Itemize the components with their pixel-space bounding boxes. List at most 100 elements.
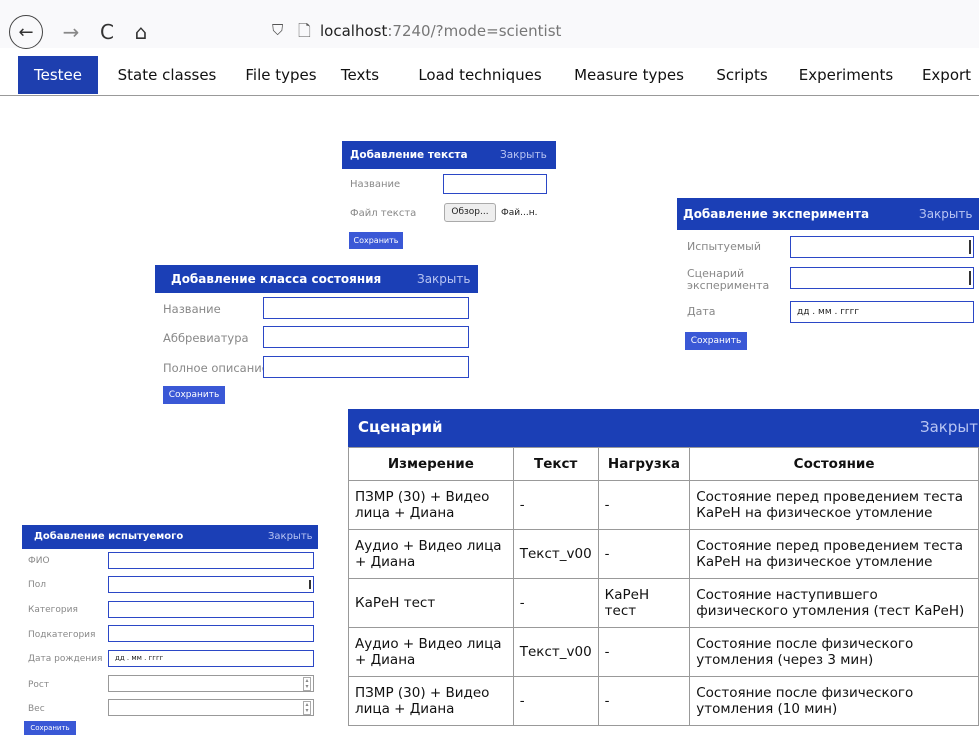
testee-header: Добавление испытуемого Закрыть — [22, 525, 318, 549]
cell-text: - — [512, 676, 599, 726]
cell-text: - — [512, 480, 599, 530]
cell-state: Состояние после физического утомления (1… — [689, 676, 979, 726]
cell-measure: ПЗМР (30) + Видео лица + Диана — [348, 676, 514, 726]
add-text-panel: Добавление текста Закрыть Название Файл … — [342, 141, 556, 251]
birth-placeholder: дд . мм . гггг — [115, 654, 164, 662]
cell-measure: Аудио + Видео лица + Диана — [348, 627, 514, 677]
state-class-header: Добавление класса состояния Закрыть — [155, 265, 478, 293]
header-text: Текст — [512, 447, 599, 481]
weight-label: Вес — [28, 704, 45, 714]
address-bar[interactable]: ⛉ 🗋 localhost:7240/?mode=scientist — [262, 15, 979, 49]
sex-label: Пол — [28, 580, 47, 590]
cell-measure: Аудио + Видео лица + Диана — [348, 529, 514, 579]
tab-experiments[interactable]: Experiments — [790, 56, 902, 94]
sex-select[interactable] — [108, 576, 314, 593]
table-row: ПЗМР (30) + Видео лица + Диана - - Состо… — [348, 480, 979, 530]
testee-close[interactable]: Закрыть — [268, 531, 313, 542]
state-save-button[interactable]: Сохранить — [163, 386, 225, 404]
fio-input[interactable] — [108, 552, 314, 569]
scenario-title: Сценарий — [358, 418, 443, 436]
state-name-input[interactable] — [263, 297, 469, 319]
state-class-close[interactable]: Закрыть — [417, 272, 470, 286]
state-desc-input[interactable] — [263, 356, 469, 378]
cell-text: Текст_v00 — [512, 627, 599, 677]
cell-state: Состояние перед проведением теста КаРеН … — [689, 480, 979, 530]
height-label: Рост — [28, 680, 50, 690]
reload-icon: C — [100, 20, 114, 44]
tab-export[interactable]: Export — [914, 56, 979, 94]
experiment-close[interactable]: Закрыть — [919, 207, 972, 221]
category-input[interactable] — [108, 601, 314, 618]
shield-icon: ⛉ — [272, 21, 284, 39]
height-input[interactable]: ▴ ▾ — [108, 675, 314, 692]
back-button[interactable]: ← — [9, 15, 43, 49]
cell-load: - — [597, 480, 691, 530]
add-text-header: Добавление текста Закрыть — [342, 141, 556, 169]
experiment-date-input[interactable]: дд . мм . гггг — [790, 301, 974, 323]
cell-state: Состояние перед проведением теста КаРеН … — [689, 529, 979, 579]
main-tabs: Testee State classes File types Texts Lo… — [0, 56, 979, 96]
text-name-input[interactable] — [443, 174, 547, 194]
state-desc-label: Полное описание — [163, 361, 269, 375]
state-abbr-input[interactable] — [263, 326, 469, 348]
birth-input[interactable]: дд . мм . гггг — [108, 650, 314, 667]
home-button[interactable]: ⌂ — [126, 17, 156, 47]
testee-label: Испытуемый — [687, 240, 761, 253]
tab-state-classes[interactable]: State classes — [106, 56, 228, 94]
page-icon: 🗋 — [298, 21, 311, 40]
experiment-header: Добавление эксперимента Закрыть — [677, 198, 979, 230]
category-label: Категория — [28, 605, 78, 615]
add-text-close[interactable]: Закрыть — [500, 149, 547, 161]
add-state-class-panel: Добавление класса состояния Закрыть Назв… — [155, 265, 478, 405]
tab-testee[interactable]: Testee — [18, 56, 98, 94]
add-testee-panel: Добавление испытуемого Закрыть ФИО Пол К… — [22, 525, 318, 735]
text-save-button[interactable]: Сохранить — [349, 232, 403, 249]
cell-measure: КаРеН тест — [348, 578, 514, 628]
experiment-save-button[interactable]: Сохранить — [685, 332, 747, 350]
tab-measure-types[interactable]: Measure types — [564, 56, 694, 94]
cell-text: Текст_v00 — [512, 529, 599, 579]
forward-button[interactable]: → — [56, 17, 86, 47]
cell-measure: ПЗМР (30) + Видео лица + Диана — [348, 480, 514, 530]
tab-load-techniques[interactable]: Load techniques — [406, 56, 554, 94]
home-icon: ⌂ — [134, 20, 148, 44]
scenario-close[interactable]: Закрыть — [920, 418, 979, 436]
experiment-title: Добавление эксперимента — [683, 207, 870, 221]
browse-button[interactable]: Обзор... — [444, 203, 496, 222]
testee-save-button[interactable]: Сохранить — [24, 721, 76, 735]
state-class-title: Добавление класса состояния — [171, 272, 382, 286]
cell-load: - — [597, 627, 691, 677]
weight-spinner[interactable]: ▴ ▾ — [303, 701, 311, 715]
birth-label: Дата рождения — [28, 654, 103, 664]
arrow-left-icon: ← — [18, 21, 34, 43]
height-spinner[interactable]: ▴ ▾ — [303, 677, 311, 691]
arrow-right-icon: → — [62, 20, 80, 44]
state-abbr-label: Аббревиатура — [163, 331, 249, 345]
tab-scripts[interactable]: Scripts — [706, 56, 778, 94]
table-row: КаРеН тест - КаРеН тест Состояние наступ… — [348, 578, 979, 628]
tab-texts[interactable]: Texts — [334, 56, 386, 94]
subcategory-input[interactable] — [108, 625, 314, 642]
scenario-panel: Сценарий Закрыть Измерение Текст Нагрузк… — [348, 409, 979, 735]
cell-load: КаРеН тест — [597, 578, 691, 628]
text-file-label: Файл текста — [350, 208, 417, 219]
header-measure: Измерение — [348, 447, 514, 481]
state-name-label: Название — [163, 302, 221, 316]
weight-input[interactable]: ▴ ▾ — [108, 699, 314, 716]
tab-file-types[interactable]: File types — [236, 56, 326, 94]
script-select[interactable] — [790, 267, 974, 289]
date-label: Дата — [687, 305, 716, 318]
cell-load: - — [597, 529, 691, 579]
table-row: Аудио + Видео лица + Диана Текст_v00 - С… — [348, 627, 979, 677]
table-row: ПЗМР (30) + Видео лица + Диана - - Состо… — [348, 676, 979, 726]
reload-button[interactable]: C — [92, 17, 122, 47]
cell-state: Состояние после физического утомления (ч… — [689, 627, 979, 677]
script-label: Сценарий эксперимента — [687, 267, 770, 292]
table-row: Аудио + Видео лица + Диана Текст_v00 - С… — [348, 529, 979, 579]
cell-text: - — [512, 578, 599, 628]
add-text-title: Добавление текста — [350, 149, 468, 161]
subcategory-label: Подкатегория — [28, 630, 96, 640]
fio-label: ФИО — [28, 556, 50, 566]
testee-select[interactable] — [790, 236, 974, 258]
cell-load: - — [597, 676, 691, 726]
